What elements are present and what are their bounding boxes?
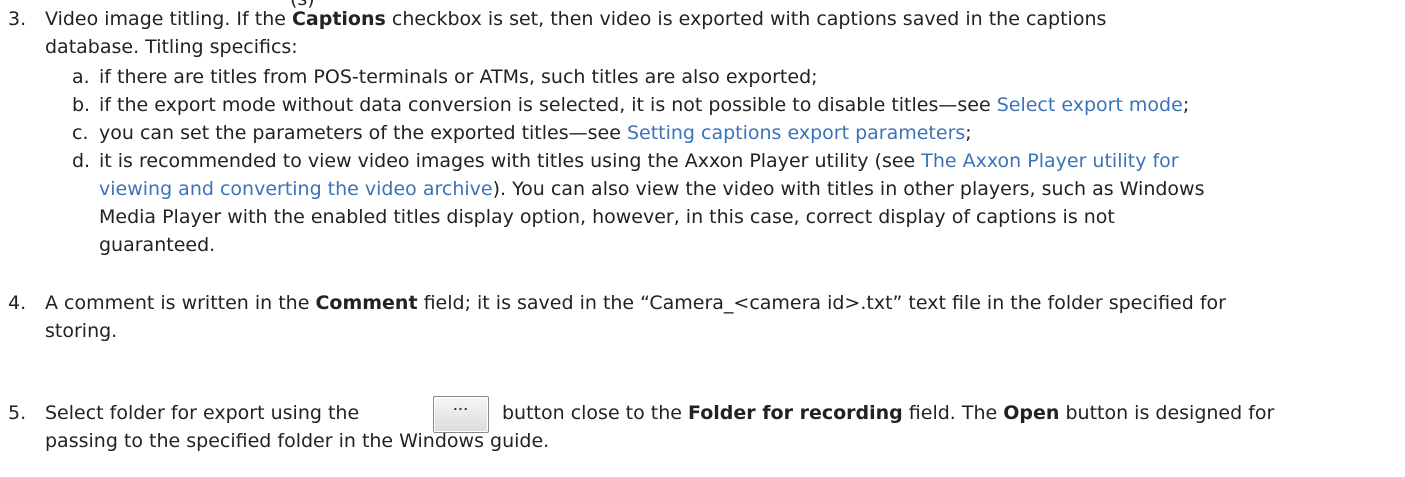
item3-intro-text: Video image titling. If the [45, 8, 292, 30]
item5-text-3: button is designed for [1059, 402, 1275, 424]
sub-item-punct: ; [965, 122, 972, 144]
link-setting-captions-export-parameters[interactable]: Setting captions export parameters [627, 122, 965, 144]
list-number: 5. [8, 402, 27, 424]
sub-letter: a. [72, 66, 90, 88]
sub-item-text: if the export mode without data conversi… [99, 92, 1189, 118]
sub-letter: b. [72, 94, 91, 116]
open-label: Open [1003, 402, 1060, 424]
sub-item-text: it is recommended to view video images w… [99, 148, 1179, 174]
sub-item-body: it is recommended to view video images w… [99, 150, 922, 172]
sub-letter: d. [72, 150, 91, 172]
sub-item-body: ). You can also view the video with titl… [492, 178, 1205, 200]
sub-item-punct: ; [1182, 94, 1190, 116]
browse-button-label: ... [453, 400, 469, 413]
sub-item-text: Media Player with the enabled titles dis… [99, 206, 1115, 228]
sub-item-body: if the export mode without data conversi… [99, 94, 997, 116]
item5-text: button close to the [502, 402, 689, 424]
item3-line2: database. Titling specifics: [45, 36, 298, 58]
sub-letter: c. [72, 122, 89, 144]
link-axxon-player-utility[interactable]: The Axxon Player utility for [921, 150, 1178, 172]
comment-label: Comment [315, 292, 418, 314]
sub-item-text: you can set the parameters of the export… [99, 120, 972, 146]
item3-intro-text-2: checkbox is set, then video is exported … [385, 8, 1107, 30]
captions-label: Captions [291, 8, 386, 30]
link-select-export-mode[interactable]: Select export mode [997, 94, 1183, 116]
item4-text: A comment is written in the [45, 292, 316, 314]
item4-line2: storing. [45, 320, 118, 342]
list-number: 4. [8, 292, 27, 314]
item5-line1-start: Select folder for export using the [45, 402, 360, 424]
item5-text-2: field. The [902, 402, 1004, 424]
sub-item-text: if there are titles from POS-terminals o… [99, 66, 818, 88]
sub-item-body: you can set the parameters of the export… [99, 122, 627, 144]
sub-item-text: guaranteed. [99, 234, 216, 256]
item5-line2: passing to the specified folder in the W… [45, 430, 550, 452]
item4-text-2: field; it is saved in the “Camera_<camer… [417, 292, 1226, 314]
folder-for-recording-label: Folder for recording [688, 402, 903, 424]
sub-item-text: viewing and converting the video archive… [99, 176, 1205, 202]
list-number: 3. [8, 8, 27, 30]
link-axxon-player-utility-cont[interactable]: viewing and converting the video archive [99, 178, 493, 200]
item4-line1: A comment is written in the Comment fiel… [45, 290, 1226, 316]
item3-line1: Video image titling. If the Captions che… [45, 6, 1106, 32]
item5-line1-end: button close to the Folder for recording… [502, 400, 1274, 426]
